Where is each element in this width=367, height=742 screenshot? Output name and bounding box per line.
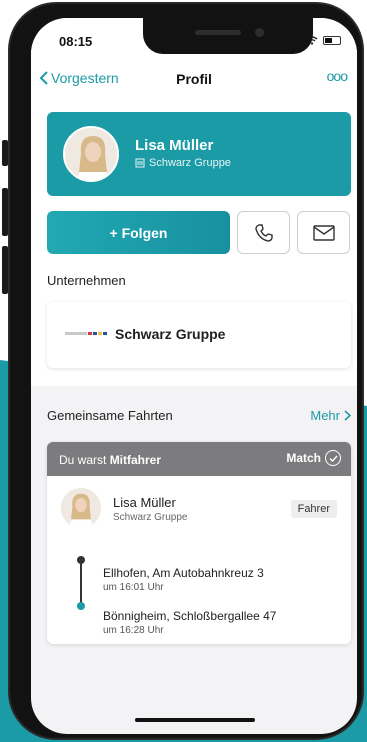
end-dot-icon [77, 602, 85, 610]
camera [255, 28, 264, 37]
end-stop-name: Bönnigheim, Schloßbergallee 47 [103, 609, 277, 623]
avatar [61, 488, 101, 528]
company-card[interactable]: Schwarz Gruppe [47, 302, 351, 368]
notch [143, 18, 313, 54]
profile-name: Lisa Müller [135, 137, 214, 154]
building-icon [135, 158, 145, 168]
driver-company: Schwarz Gruppe [113, 512, 188, 523]
phone-icon [254, 223, 273, 242]
start-dot-icon [77, 556, 85, 564]
phone-frame: 08:15 Vorgestern Profil ooo Lisa Müller … [8, 2, 364, 740]
ride-role-text: Du warst Mitfahrer [59, 453, 161, 467]
phone-screen: 08:15 Vorgestern Profil ooo Lisa Müller … [31, 18, 357, 734]
mail-icon [312, 224, 335, 241]
nav-bar: Vorgestern Profil ooo [31, 68, 357, 92]
battery-icon [323, 36, 341, 45]
ride-role: Mitfahrer [109, 453, 162, 467]
rides-section-label: Gemeinsame Fahrten [47, 408, 173, 423]
page-title: Profil [176, 71, 212, 87]
end-stop-time: um 16:28 Uhr [103, 625, 164, 636]
company-name: Schwarz Gruppe [115, 326, 226, 342]
role-badge: Fahrer [290, 500, 337, 518]
home-indicator [135, 718, 255, 722]
driver-name: Lisa Müller [113, 495, 176, 510]
profile-card: Lisa Müller Schwarz Gruppe [47, 112, 351, 196]
company-logo [65, 332, 107, 335]
more-link-label: Mehr [310, 408, 340, 423]
chevron-right-icon [344, 410, 351, 421]
ride-role-prefix: Du warst [59, 453, 110, 467]
route-line [80, 560, 82, 606]
more-options-button[interactable]: ooo [327, 68, 348, 84]
start-stop-time: um 16:01 Uhr [103, 582, 164, 593]
match-indicator: Match [286, 450, 341, 466]
check-circle-icon [325, 450, 341, 466]
ride-card[interactable]: Du warst Mitfahrer Match Lisa Müller Sch… [47, 442, 351, 644]
mail-button[interactable] [297, 211, 350, 254]
ride-header: Du warst Mitfahrer Match [47, 442, 351, 476]
match-label: Match [286, 451, 321, 465]
avatar [63, 126, 119, 182]
profile-company: Schwarz Gruppe [135, 157, 231, 169]
profile-company-label: Schwarz Gruppe [149, 157, 231, 169]
start-stop-name: Ellhofen, Am Autobahnkreuz 3 [103, 566, 264, 580]
follow-button[interactable]: + Folgen [47, 211, 230, 254]
company-section-label: Unternehmen [47, 273, 126, 288]
speaker [195, 30, 241, 35]
more-link[interactable]: Mehr [310, 408, 351, 423]
status-time: 08:15 [59, 34, 93, 49]
call-button[interactable] [237, 211, 290, 254]
